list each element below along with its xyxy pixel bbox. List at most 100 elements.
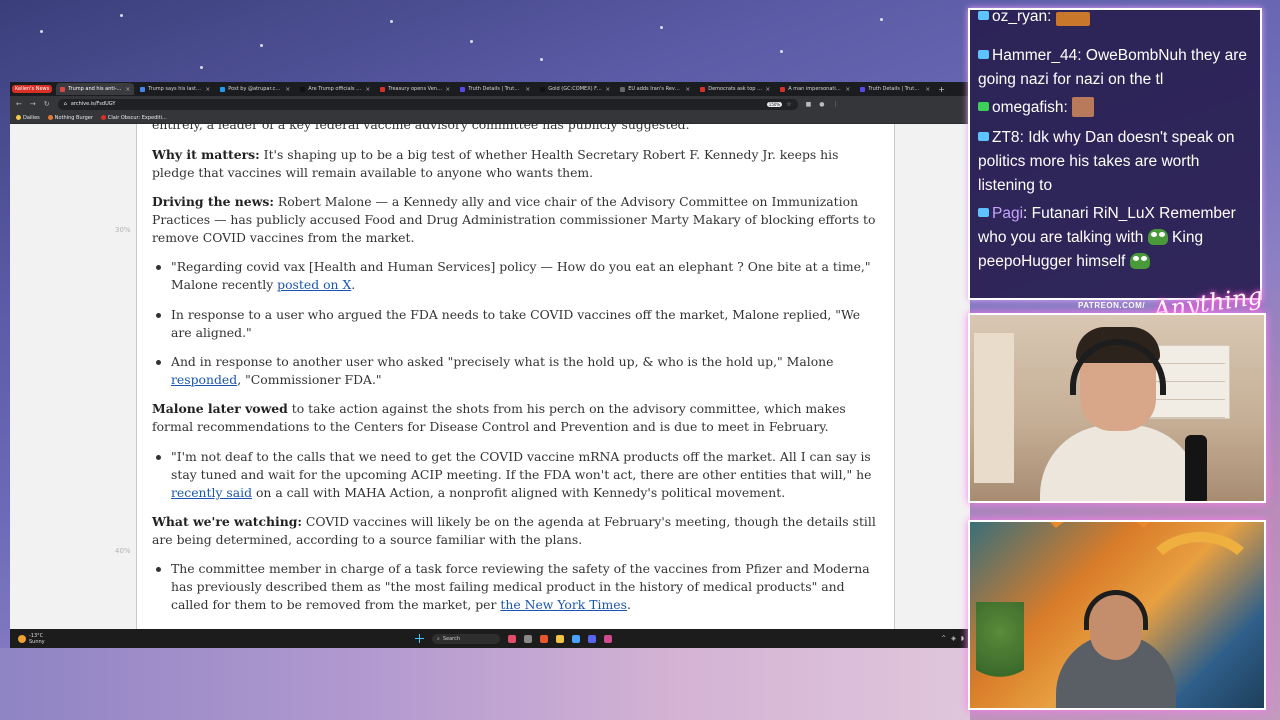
windows-taskbar: -13°C Sunny ⌕ Search ^ ◈ ◗	[10, 629, 970, 648]
microphone-icon	[1185, 435, 1207, 501]
browser-app-icon[interactable]	[540, 634, 548, 643]
menu-icon[interactable]: ⋮	[833, 101, 839, 108]
network-icon[interactable]: ◈	[951, 635, 956, 642]
section-label: Why it matters:	[152, 147, 260, 162]
back-icon[interactable]: ←	[16, 100, 22, 108]
tab-title: Truth Details | Truth Social	[468, 86, 523, 92]
close-tab-icon[interactable]: ×	[285, 86, 290, 93]
recently-said-link[interactable]: recently said	[171, 485, 252, 500]
close-tab-icon[interactable]: ×	[365, 86, 370, 93]
browser-tab[interactable]: Post by @atrupar.com ×	[216, 83, 294, 95]
tab-favicon-icon	[620, 86, 626, 92]
browser-tab[interactable]: Treasury opens Venezuelan×	[376, 83, 454, 95]
bullet-text: "I'm not deaf to the calls that we need …	[171, 449, 872, 482]
badge-icon	[978, 50, 989, 59]
new-tab-button[interactable]: +	[938, 85, 945, 94]
tab-title: Trump and his anti-vax allie	[68, 86, 123, 92]
tab-favicon-icon	[220, 86, 226, 92]
weather-widget[interactable]: -13°C Sunny	[18, 633, 45, 645]
address-bar[interactable]: ⌂ archive.is/FsdUGY 150% ☆	[57, 98, 798, 110]
browser-tab[interactable]: Trump says his last Cabinet×	[136, 83, 214, 95]
task-view-icon[interactable]	[524, 634, 532, 643]
start-button-icon[interactable]	[415, 634, 424, 643]
list-item: "Regarding covid vax [Health and Human S…	[152, 258, 879, 294]
bullet-text: "Regarding covid vax [Health and Human S…	[171, 259, 871, 292]
scroll-marker: 40%	[115, 547, 131, 555]
background-artwork	[0, 648, 970, 720]
close-tab-icon[interactable]: ×	[685, 86, 690, 93]
address-text: archive.is/FsdUGY	[70, 101, 116, 107]
sun-icon	[18, 634, 26, 643]
responded-link[interactable]: responded	[171, 372, 237, 387]
bookmark-star-icon[interactable]: ☆	[786, 101, 791, 108]
badge-icon	[978, 102, 989, 111]
tab-title: Are Trump officials driving	[308, 86, 363, 92]
tab-title: Democrats ask top US spy	[708, 86, 762, 92]
browser-tab[interactable]: Are Trump officials driving×	[296, 83, 374, 95]
bookmark-nothing-burger[interactable]: Nothing Burger	[47, 114, 93, 121]
close-tab-icon[interactable]: ×	[205, 86, 210, 93]
chat-message: omegafish:	[978, 96, 1252, 120]
badge-icon	[978, 208, 989, 217]
forward-icon[interactable]: →	[30, 100, 36, 108]
article-paragraph: entirely, a leader of a key federal vacc…	[152, 124, 690, 132]
why-it-matters-paragraph: Why it matters: It's shaping up to be a …	[152, 146, 879, 182]
close-tab-icon[interactable]: ×	[605, 86, 610, 93]
taskbar-search[interactable]: ⌕ Search	[432, 633, 500, 644]
tab-group-badge[interactable]: Kellen's News	[12, 85, 53, 93]
burger-icon	[47, 115, 53, 120]
chat-message: oz_ryan:	[978, 8, 1252, 29]
site-info-icon[interactable]: ⌂	[64, 101, 67, 107]
close-tab-icon[interactable]: ×	[445, 86, 450, 93]
tab-favicon-icon	[60, 86, 66, 92]
folder-icon	[16, 115, 21, 120]
tab-title: EU adds Iran's Revolutionary	[628, 86, 683, 92]
chat-username: Pagi	[992, 205, 1024, 222]
extensions-icon[interactable]: ■	[806, 101, 812, 108]
discord-icon[interactable]	[588, 634, 596, 643]
site-icon	[100, 115, 106, 120]
browser-tab[interactable]: Gold (GC:COMEX) Future Conti×	[536, 83, 614, 95]
browser-tab[interactable]: A man impersonating FBI a×	[776, 83, 854, 95]
patreon-label: PATREON.COM/	[1078, 301, 1146, 310]
tab-favicon-icon	[300, 86, 306, 92]
close-tab-icon[interactable]: ×	[925, 86, 930, 93]
bookmark-clair-obscur[interactable]: Clair Obscur: Expediti...	[100, 115, 167, 121]
page-viewport[interactable]: 30% 40% entirely, a leader of a key fede…	[10, 124, 970, 629]
browser-tab[interactable]: Democrats ask top US spy×	[696, 83, 774, 95]
list-item: The committee member in charge of a task…	[152, 560, 879, 614]
volume-icon[interactable]: ◗	[961, 635, 964, 642]
close-tab-icon[interactable]: ×	[525, 86, 530, 93]
chrome-icon[interactable]	[572, 634, 580, 643]
file-explorer-icon[interactable]	[556, 634, 564, 643]
section-label: Driving the news:	[152, 194, 274, 209]
app-icon[interactable]	[508, 634, 516, 643]
app-icon[interactable]	[604, 634, 612, 643]
chat-username: oz_ryan	[992, 8, 1048, 25]
posted-on-x-link[interactable]: posted on X	[277, 277, 351, 292]
bookmark-dailies[interactable]: Dailies	[16, 115, 40, 121]
profile-icon[interactable]: ●	[819, 101, 824, 108]
browser-tab[interactable]: Trump and his anti-vax allie×	[56, 83, 135, 95]
close-tab-icon[interactable]: ×	[765, 86, 770, 93]
search-icon: ⌕	[437, 635, 440, 642]
close-tab-icon[interactable]: ×	[125, 86, 130, 93]
zoom-indicator[interactable]: 150%	[766, 101, 783, 107]
chevron-up-icon[interactable]: ^	[941, 635, 946, 642]
close-tab-icon[interactable]: ×	[845, 86, 850, 93]
bookmark-label: Nothing Burger	[54, 114, 93, 121]
chat-message: ZT8: Idk why Dan doesn't speak on politi…	[978, 129, 1235, 194]
browser-tab[interactable]: Truth Details | Truth Social×	[456, 83, 534, 95]
tab-strip: Kellen's News Trump and his anti-vax all…	[10, 82, 970, 96]
section-label: What we're watching:	[152, 514, 302, 529]
reload-icon[interactable]: ↻	[44, 100, 50, 108]
pepe-emote-icon	[1147, 229, 1168, 245]
tab-title: Gold (GC:COMEX) Future Conti	[548, 86, 602, 92]
browser-tab[interactable]: EU adds Iran's Revolutionary×	[616, 83, 694, 95]
stream-chat-panel: oz_ryan: Hammer_44: OweBombNuh they are …	[968, 8, 1262, 300]
browser-tab[interactable]: Truth Details | Truth Social×	[856, 83, 934, 95]
tab-favicon-icon	[380, 86, 386, 92]
new-york-times-link[interactable]: the New York Times	[500, 597, 627, 612]
system-tray: ^ ◈ ◗	[941, 635, 964, 642]
bullet-text: In response to a user who argued the FDA…	[171, 307, 861, 340]
